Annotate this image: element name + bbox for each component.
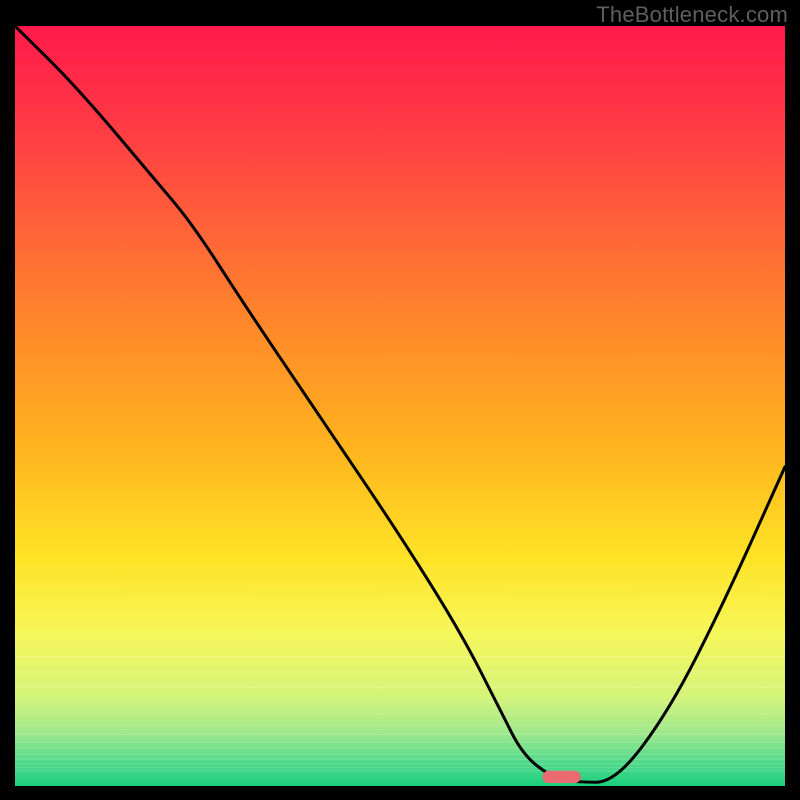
chart-frame: TheBottleneck.com: [0, 0, 800, 800]
bottleneck-chart: [15, 26, 785, 786]
plot-area: [15, 26, 785, 786]
optimal-marker: [542, 771, 581, 783]
watermark-text: TheBottleneck.com: [596, 2, 788, 28]
